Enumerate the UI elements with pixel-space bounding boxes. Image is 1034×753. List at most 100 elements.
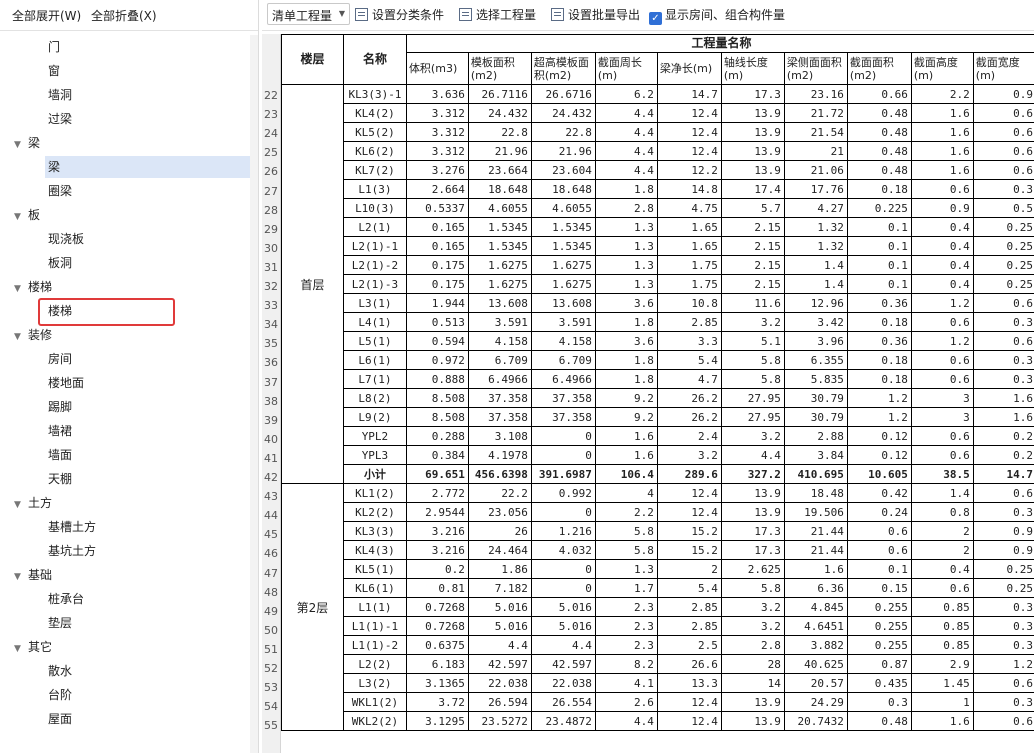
value-cell[interactable]: 1.6: [783, 559, 848, 579]
value-cell[interactable]: 8.508: [405, 407, 469, 427]
value-cell[interactable]: 0.24: [846, 502, 912, 522]
value-cell[interactable]: 0.7268: [405, 616, 469, 636]
component-name-cell[interactable]: KL3(3)-1: [342, 84, 407, 104]
value-cell[interactable]: 0.175: [405, 255, 469, 275]
value-cell[interactable]: 5.016: [530, 616, 596, 636]
value-cell[interactable]: 0.3: [846, 692, 912, 712]
value-cell[interactable]: 1.6275: [467, 274, 532, 294]
value-cell[interactable]: 1.86: [467, 559, 532, 579]
value-cell[interactable]: 1.45: [910, 673, 974, 693]
value-cell[interactable]: 0.6: [910, 369, 974, 389]
value-cell[interactable]: 0.6: [972, 141, 1034, 161]
column-header[interactable]: 模板面积(m2): [467, 52, 532, 85]
table-row[interactable]: KL7(2) 3.276 23.664 23.604 4.4 12.2 13.9 21.06 0…: [282, 160, 1034, 180]
floor-cell[interactable]: 第2层: [281, 483, 344, 731]
value-cell[interactable]: 37.358: [467, 407, 532, 427]
select-quantity-button[interactable]: 选择工程量: [459, 6, 536, 24]
value-cell[interactable]: 1.4: [783, 274, 848, 294]
table-row[interactable]: L4(1) 0.513 3.591 3.591 1.8 2.85 3.2 3.42 0.18 0.…: [282, 312, 1034, 332]
value-cell[interactable]: 1.5345: [530, 217, 596, 237]
value-cell[interactable]: 13.9: [720, 502, 785, 522]
value-cell[interactable]: 0.6: [846, 521, 912, 541]
value-cell[interactable]: 7.182: [467, 578, 532, 598]
component-name-cell[interactable]: L6(1): [342, 350, 407, 370]
value-cell[interactable]: 38.5: [910, 464, 974, 484]
value-cell[interactable]: 0.1: [846, 217, 912, 237]
value-cell[interactable]: 5.016: [467, 597, 532, 617]
value-cell[interactable]: 6.355: [783, 350, 848, 370]
value-cell[interactable]: 26.594: [467, 692, 532, 712]
value-cell[interactable]: 17.3: [720, 521, 785, 541]
value-cell[interactable]: 1.6275: [530, 274, 596, 294]
tree-item-18[interactable]: 天棚: [48, 468, 72, 490]
table-row[interactable]: KL3(3) 3.216 26 1.216 5.8 15.2 17.3 21.44 0.6 2 0.…: [282, 521, 1034, 541]
value-cell[interactable]: 0.3: [972, 635, 1034, 655]
value-cell[interactable]: 0.42: [846, 483, 912, 503]
column-header[interactable]: 超高模板面积(m2): [530, 52, 596, 85]
value-cell[interactable]: 0.85: [910, 616, 974, 636]
value-cell[interactable]: 3: [910, 407, 974, 427]
value-cell[interactable]: 28: [720, 654, 785, 674]
table-row[interactable]: KL6(1) 0.81 7.182 0 1.7 5.4 5.8 6.36 0.15 0.6 0.25: [282, 578, 1034, 598]
value-cell[interactable]: 0.87: [846, 654, 912, 674]
value-cell[interactable]: 23.4872: [530, 711, 596, 731]
value-cell[interactable]: 1.6: [972, 388, 1034, 408]
value-cell[interactable]: 2.3: [594, 635, 658, 655]
expand-arrow-icon[interactable]: ▼: [14, 494, 28, 516]
value-cell[interactable]: 1.8: [594, 369, 658, 389]
table-row[interactable]: L1(1)-2 0.6375 4.4 4.4 2.3 2.5 2.8 3.882 0.255 0.…: [282, 635, 1034, 655]
value-cell[interactable]: 12.4: [656, 711, 722, 731]
value-cell[interactable]: 0: [530, 559, 596, 579]
value-cell[interactable]: 1.7: [594, 578, 658, 598]
component-name-cell[interactable]: WKL2(2): [342, 711, 407, 731]
value-cell[interactable]: 30.79: [783, 407, 848, 427]
value-cell[interactable]: 0.48: [846, 122, 912, 142]
value-cell[interactable]: 0.18: [846, 312, 912, 332]
value-cell[interactable]: 1.3: [594, 274, 658, 294]
component-name-cell[interactable]: YPL2: [342, 426, 407, 446]
column-header[interactable]: 截面高度(m): [910, 52, 974, 85]
value-cell[interactable]: 3.216: [405, 540, 469, 560]
component-name-cell[interactable]: L7(1): [342, 369, 407, 389]
tree-group-25[interactable]: ▼ 其它: [14, 636, 52, 658]
table-row[interactable]: L3(2) 3.1365 22.038 22.038 4.1 13.3 14 20.57 0.4…: [282, 673, 1034, 693]
value-cell[interactable]: 21.54: [783, 122, 848, 142]
value-cell[interactable]: 289.6: [656, 464, 722, 484]
value-cell[interactable]: 0.4: [910, 236, 974, 256]
value-cell[interactable]: 14: [720, 673, 785, 693]
table-row[interactable]: 首层 KL3(3)-1 3.636 26.7116 26.6716 6.2 14.7 17.3…: [281, 84, 1034, 484]
value-cell[interactable]: 0.6: [972, 122, 1034, 142]
value-cell[interactable]: 0.255: [846, 635, 912, 655]
table-row[interactable]: L7(1) 0.888 6.4966 6.4966 1.8 4.7 5.8 5.835 0.18…: [282, 369, 1034, 389]
value-cell[interactable]: 3.2: [720, 312, 785, 332]
value-cell[interactable]: 2.2: [594, 502, 658, 522]
table-row[interactable]: L2(1) 0.165 1.5345 1.5345 1.3 1.65 2.15 1.32 0.1…: [282, 217, 1034, 237]
value-cell[interactable]: 0.6: [910, 445, 974, 465]
value-cell[interactable]: 0.4: [910, 559, 974, 579]
value-cell[interactable]: 15.2: [656, 540, 722, 560]
component-name-cell[interactable]: L2(1)-2: [342, 255, 407, 275]
value-cell[interactable]: 0.4: [910, 255, 974, 275]
value-cell[interactable]: 17.3: [720, 540, 785, 560]
value-cell[interactable]: 1.6: [910, 711, 974, 731]
value-cell[interactable]: 4.158: [467, 331, 532, 351]
value-cell[interactable]: 2.6: [594, 692, 658, 712]
component-name-cell[interactable]: L5(1): [342, 331, 407, 351]
value-cell[interactable]: 4.27: [783, 198, 848, 218]
value-cell[interactable]: 0.3: [972, 179, 1034, 199]
value-cell[interactable]: 2.8: [594, 198, 658, 218]
value-cell[interactable]: 12.4: [656, 103, 722, 123]
value-cell[interactable]: 26.6: [656, 654, 722, 674]
value-cell[interactable]: 0.992: [530, 483, 596, 503]
value-cell[interactable]: 4.1978: [467, 445, 532, 465]
value-cell[interactable]: 0.888: [405, 369, 469, 389]
value-cell[interactable]: 3.312: [405, 122, 469, 142]
value-cell[interactable]: 1.5345: [467, 217, 532, 237]
value-cell[interactable]: 0.225: [846, 198, 912, 218]
value-cell[interactable]: 0.18: [846, 179, 912, 199]
component-name-cell[interactable]: L1(1)-2: [342, 635, 407, 655]
component-name-cell[interactable]: L2(1)-3: [342, 274, 407, 294]
value-cell[interactable]: 8.508: [405, 388, 469, 408]
component-name-cell[interactable]: L3(1): [342, 293, 407, 313]
tree-group-12[interactable]: ▼ 装修: [14, 324, 52, 346]
